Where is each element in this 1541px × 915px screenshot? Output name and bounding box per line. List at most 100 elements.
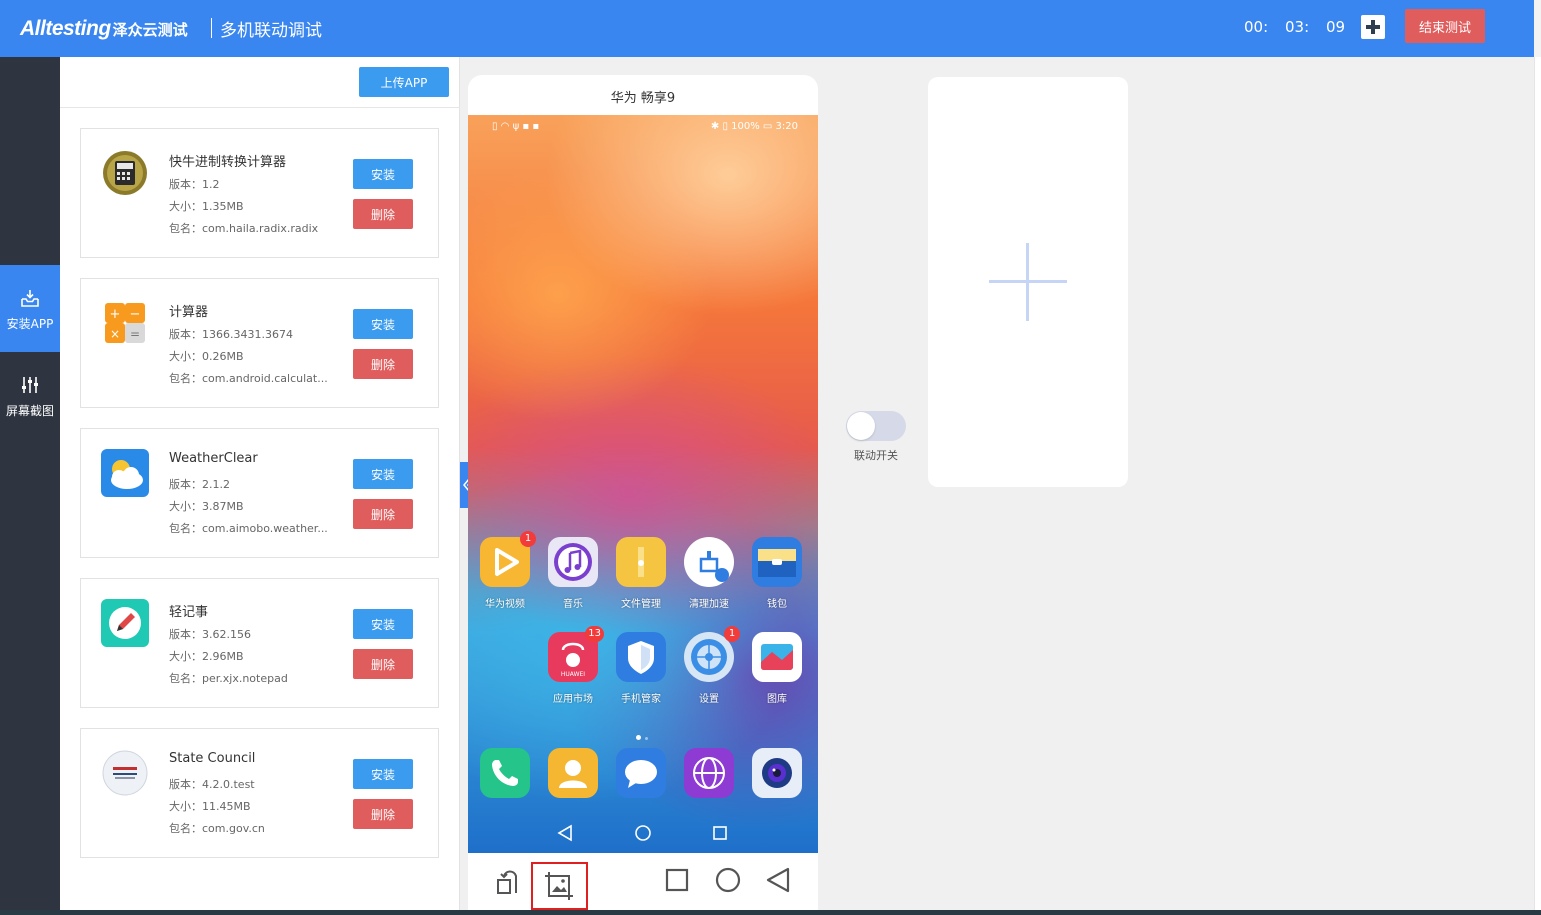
app-name: WeatherClear (169, 451, 258, 466)
install-button[interactable]: 安装 (353, 459, 413, 489)
timer-minutes: 03: (1285, 18, 1310, 36)
device-recents-button[interactable] (658, 861, 698, 901)
camera-icon (752, 748, 802, 798)
dock-browser[interactable] (675, 748, 743, 798)
soft-back-icon (557, 824, 572, 842)
home-app-cleaner[interactable]: 清理加速 (675, 537, 743, 610)
upload-app-button[interactable]: 上传APP (359, 67, 449, 97)
device-home-button[interactable] (708, 861, 748, 901)
page-scrollbar[interactable] (1534, 57, 1541, 915)
device-screen[interactable]: ▯ ◠ ψ ▪ ▪ ✱ ▯ 100% ▭ 3:20 1 华为视频 音乐 文件管理 (468, 115, 818, 853)
home-app-file-manager[interactable]: 文件管理 (607, 537, 675, 610)
home-app-label: 文件管理 (621, 599, 661, 610)
home-app-label: 华为视频 (485, 599, 525, 610)
dock-camera[interactable] (743, 748, 811, 798)
delete-button[interactable]: 删除 (353, 349, 413, 379)
app-size: 大小：0.26MB (169, 350, 244, 363)
home-app-label: 音乐 (563, 599, 583, 610)
install-button[interactable]: 安装 (353, 159, 413, 189)
back-triangle-icon (766, 867, 790, 893)
home-app-label: 应用市场 (553, 694, 593, 705)
dock-phone[interactable] (471, 748, 539, 798)
app-card: State Council 版本：4.2.0.test 大小：11.45MB 包… (80, 728, 439, 858)
notification-badge: 13 (585, 626, 604, 642)
phone-manager-icon (616, 632, 666, 682)
contacts-icon (548, 748, 598, 798)
device-status-bar: ▯ ◠ ψ ▪ ▪ ✱ ▯ 100% ▭ 3:20 (468, 121, 818, 135)
device-name: 华为 畅享9 (610, 91, 676, 106)
nav-item-screenshot[interactable]: 屏幕截图 (0, 352, 60, 439)
delete-button[interactable]: 删除 (353, 799, 413, 829)
home-app-music[interactable]: 音乐 (539, 537, 607, 610)
download-tray-icon (21, 290, 39, 307)
app-name: 轻记事 (169, 605, 209, 620)
home-app-gallery[interactable]: 图库 (743, 632, 811, 705)
install-button[interactable]: 安装 (353, 759, 413, 789)
device-soft-navbar (468, 815, 818, 851)
status-right-info: ✱ ▯ 100% ▭ 3:20 (710, 121, 798, 132)
logo-brand-text: Alltesting (20, 17, 111, 40)
end-test-button[interactable]: 结束测试 (1405, 9, 1485, 43)
bottom-edge (0, 910, 1541, 915)
browser-icon (684, 748, 734, 798)
left-nav: 安装APP 屏幕截图 (0, 57, 67, 915)
soft-recents-icon (713, 826, 727, 840)
install-button[interactable]: 安装 (353, 309, 413, 339)
nav-label: 安装APP (6, 317, 54, 331)
app-size: 大小：3.87MB (169, 500, 244, 513)
notification-badge: 1 (724, 626, 740, 642)
status-left-icons: ▯ ◠ ψ ▪ ▪ (492, 121, 540, 132)
plus-icon-vertical (1026, 243, 1029, 321)
home-app-label: 清理加速 (689, 599, 729, 610)
app-card: WeatherClear 版本：2.1.2 大小：3.87MB 包名：com.a… (80, 428, 439, 558)
weather-cloud-icon (101, 449, 149, 497)
home-app-wallet[interactable]: 钱包 (743, 537, 811, 610)
app-version: 版本：2.1.2 (169, 478, 230, 491)
calculator-icon: + − × = (105, 303, 145, 343)
link-switch-knob (847, 412, 875, 440)
dock-messages[interactable] (607, 748, 675, 798)
nav-item-install-app[interactable]: 安装APP (0, 265, 67, 352)
delete-button[interactable]: 删除 (353, 499, 413, 529)
screenshot-crop-icon (545, 872, 573, 900)
timer-seconds: 09 (1326, 18, 1346, 36)
app-market-icon: HUAWEI 13 (548, 626, 604, 682)
delete-button[interactable]: 删除 (353, 199, 413, 229)
home-app-market[interactable]: HUAWEI 13 应用市场 (539, 626, 607, 705)
home-app-phone-manager[interactable]: 手机管家 (607, 632, 675, 705)
app-name: 快牛进制转换计算器 (169, 155, 287, 170)
app-size: 大小：1.35MB (169, 200, 244, 213)
huawei-video-icon: 1 (480, 531, 536, 587)
home-app-label: 设置 (699, 694, 719, 705)
add-device-icon[interactable] (1361, 15, 1385, 39)
wallet-icon (752, 537, 802, 587)
device-back-button[interactable] (758, 861, 798, 901)
screenshot-button[interactable] (531, 862, 588, 910)
app-card: 快牛进制转换计算器 版本：1.2 大小：1.35MB 包名：com.haila.… (80, 128, 439, 258)
app-package: 包名：com.gov.cn (169, 822, 265, 835)
link-switch[interactable] (846, 411, 906, 441)
home-app-settings[interactable]: 1 设置 (675, 626, 743, 705)
home-app-huawei-video[interactable]: 1 华为视频 (471, 531, 539, 610)
header-separator (211, 18, 212, 38)
link-switch-label: 联动开关 (854, 449, 898, 462)
page-indicator (634, 725, 650, 744)
circle-icon (715, 867, 741, 893)
delete-button[interactable]: 删除 (353, 649, 413, 679)
svg-text:HUAWEI: HUAWEI (561, 671, 585, 678)
dock-contacts[interactable] (539, 748, 607, 798)
app-card: 轻记事 版本：3.62.156 大小：2.96MB 包名：per.xjx.not… (80, 578, 439, 708)
home-app-label: 图库 (767, 694, 787, 705)
square-icon (665, 868, 689, 892)
app-version: 版本：4.2.0.test (169, 778, 255, 791)
svg-text:+: + (110, 307, 121, 322)
add-device-slot[interactable] (928, 77, 1128, 487)
header-scroll-strip (1534, 0, 1541, 57)
rotate-screen-button[interactable] (488, 861, 528, 901)
soft-home-icon (635, 825, 651, 841)
install-button[interactable]: 安装 (353, 609, 413, 639)
logo-cn-text: 泽众云测试 (112, 20, 188, 39)
app-version: 版本：1366.3431.3674 (169, 328, 293, 341)
music-icon (548, 537, 598, 587)
radix-calculator-icon (103, 151, 147, 195)
